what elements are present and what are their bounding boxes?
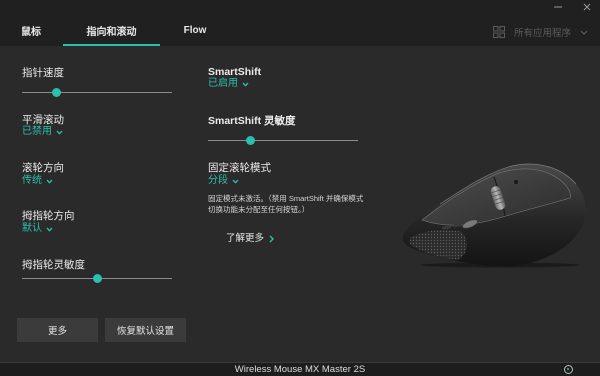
more-button[interactable]: 更多: [17, 318, 98, 342]
smooth-scrolling-value: 已禁用: [22, 126, 52, 137]
tab-mouse[interactable]: 鼠标: [0, 14, 62, 46]
chevron-down-icon: [46, 179, 53, 184]
fixed-scroll-mode-label: 固定滚轮模式: [208, 162, 271, 174]
fixed-mode-note: 固定模式未激活。（禁用 SmartShift 并确保模式切换功能未分配至任何按钮…: [208, 194, 364, 214]
device-name: Wireless Mouse MX Master 2S: [234, 364, 366, 375]
application-selector-label: 所有应用程序: [514, 28, 572, 39]
chevron-down-icon: [580, 30, 588, 35]
pointer-speed-label: 指针速度: [22, 67, 64, 79]
chevron-down-icon: [242, 82, 249, 87]
scroll-direction-dropdown[interactable]: 传统: [22, 175, 53, 187]
smooth-scrolling-dropdown[interactable]: 已禁用: [22, 126, 63, 138]
slider-track: [208, 139, 358, 141]
thumbwheel-sensitivity-slider[interactable]: [22, 273, 172, 283]
tab-label: 指向和滚动: [86, 26, 137, 38]
chevron-down-icon: [56, 130, 63, 135]
pointer-speed-slider[interactable]: [22, 87, 172, 97]
smartshift-label: SmartShift: [208, 66, 262, 78]
smartshift-value: 已启用: [208, 78, 238, 89]
tab-label: Flow: [183, 24, 207, 36]
smooth-scrolling-label: 平滑滚动: [22, 114, 64, 126]
fixed-scroll-mode-dropdown[interactable]: 分段: [208, 175, 239, 187]
mode-shift-button: [513, 179, 519, 185]
learn-more-link[interactable]: 了解更多: [226, 233, 275, 245]
chevron-down-icon: [46, 227, 53, 232]
slider-knob[interactable]: [52, 87, 61, 97]
fixed-scroll-mode-value: 分段: [208, 175, 228, 186]
thumbwheel-sensitivity-label: 拇指轮灵敏度: [22, 259, 85, 271]
active-tab-indicator: [63, 44, 160, 46]
chevron-down-icon: [232, 179, 239, 184]
close-icon[interactable]: [582, 2, 592, 12]
battery-level-dot: [567, 368, 569, 370]
device-footer: Wireless Mouse MX Master 2S: [0, 362, 600, 376]
tab-flow[interactable]: Flow: [160, 14, 230, 46]
restore-defaults-button[interactable]: 恢复默认设置: [105, 318, 186, 342]
chevron-right-icon: [269, 235, 275, 243]
thumbwheel-direction-label: 拇指轮方向: [22, 210, 75, 222]
battery-icon[interactable]: [564, 365, 573, 374]
scroll-direction-value: 传统: [22, 175, 42, 186]
header-bar: 鼠标 指向和滚动 Flow 所有应用程序: [0, 0, 600, 46]
smartshift-dropdown[interactable]: 已启用: [208, 78, 249, 90]
tab-label: 鼠标: [21, 26, 41, 38]
slider-knob[interactable]: [245, 135, 255, 145]
thumbwheel-direction-value: 默认: [22, 223, 42, 234]
smartshift-sensitivity-label: SmartShift 灵敏度: [208, 115, 296, 127]
slider-knob[interactable]: [92, 273, 102, 283]
smartshift-sensitivity-slider[interactable]: [208, 135, 358, 145]
scroll-direction-label: 滚轮方向: [22, 162, 64, 174]
application-selector[interactable]: 所有应用程序: [493, 25, 588, 39]
grid-icon: [493, 26, 505, 38]
mouse-image: [402, 163, 586, 268]
learn-more-label: 了解更多: [226, 233, 265, 244]
thumb-rest: [410, 230, 467, 260]
minimize-icon[interactable]: [553, 2, 563, 12]
logitech-options-window: 鼠标 指向和滚动 Flow 所有应用程序 指针速度 平滑滚动 已禁用 滚轮方向 …: [0, 0, 600, 376]
tab-point-and-scroll[interactable]: 指向和滚动: [63, 14, 160, 46]
thumbwheel-direction-dropdown[interactable]: 默认: [22, 223, 53, 235]
slider-track: [22, 91, 172, 93]
